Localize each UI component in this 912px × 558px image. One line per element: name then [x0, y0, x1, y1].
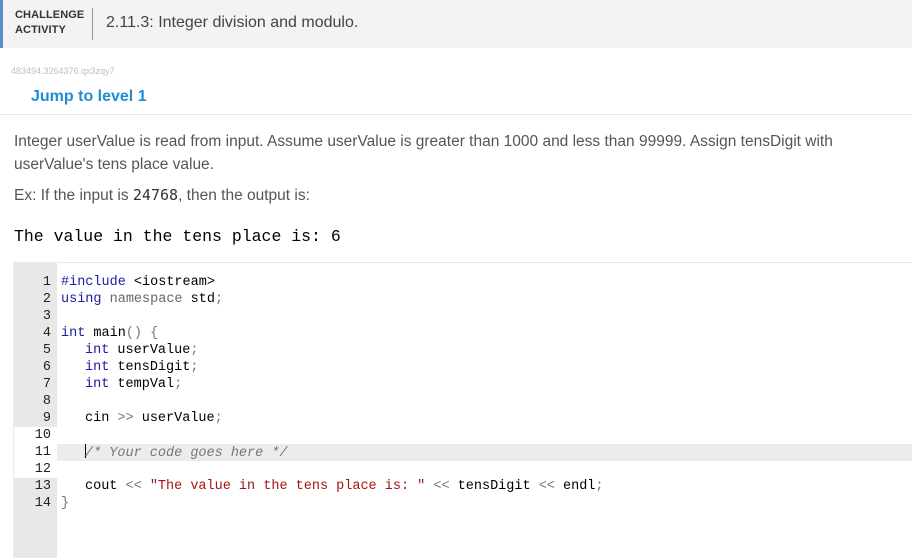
code-token: << — [117, 479, 142, 494]
code-line-2[interactable]: using namespace std; — [61, 291, 223, 308]
code-token: userValue — [109, 343, 191, 358]
code-line-13[interactable]: cout << "The value in the tens place is:… — [85, 478, 604, 495]
activity-title: 2.11.3: Integer division and modulo. — [106, 14, 359, 31]
code-line-4[interactable]: int main() { — [61, 325, 158, 342]
line-number: 8 — [42, 394, 51, 409]
jump-to-level-link[interactable]: Jump to level 1 — [31, 88, 147, 106]
badge-line-1: CHALLENGE — [15, 9, 85, 21]
header-divider — [92, 8, 93, 40]
line-number: 7 — [42, 377, 51, 392]
code-line-1[interactable]: #include <iostream> — [61, 274, 215, 291]
activity-header: CHALLENGE ACTIVITY 2.11.3: Integer divis… — [0, 0, 912, 48]
code-token: << — [425, 479, 450, 494]
code-line-14[interactable]: } — [61, 495, 69, 512]
code-token: ; — [214, 411, 223, 426]
code-token: cout — [85, 479, 118, 494]
challenge-activity-badge: CHALLENGE ACTIVITY — [15, 8, 91, 38]
code-editor[interactable]: 1 2 3 4 5 6 7 8 9 10 11 12 13 14 #includ… — [13, 262, 912, 558]
code-token: ; — [190, 360, 199, 375]
code-token: namespace — [101, 292, 183, 307]
line-number: 12 — [34, 462, 51, 477]
example-prefix: Ex: If the input is — [14, 187, 133, 204]
line-number: 4 — [42, 326, 51, 341]
code-token: ; — [595, 479, 604, 494]
line-number: 10 — [34, 428, 51, 443]
code-comment: /* Your code goes here */ — [85, 446, 288, 461]
example-input: 24768 — [132, 186, 179, 204]
code-token: int — [85, 377, 110, 392]
code-token: tensDigit — [449, 479, 531, 494]
code-token: ; — [190, 343, 199, 358]
line-number: 3 — [42, 309, 51, 324]
code-token: #include — [61, 275, 126, 290]
line-number: 5 — [42, 343, 51, 358]
expected-output: The value in the tens place is: 6 — [14, 227, 341, 246]
code-token: } — [61, 496, 70, 511]
example-suffix: , then the output is: — [178, 187, 310, 204]
code-token: int — [85, 343, 110, 358]
line-number: 1 — [42, 275, 51, 290]
activity-id: 483494.3264376.qx3zqy7 — [11, 66, 115, 76]
code-line-9[interactable]: cin >> userValue; — [85, 410, 223, 427]
code-token: <iostream> — [125, 275, 215, 290]
code-token: tempVal — [109, 377, 175, 392]
code-token: << — [530, 479, 555, 494]
code-line-5[interactable]: int userValue; — [85, 342, 198, 359]
code-token: { — [142, 326, 159, 341]
line-number: 13 — [34, 479, 51, 494]
code-token: endl — [554, 479, 596, 494]
line-number: 9 — [42, 411, 51, 426]
code-line-6[interactable]: int tensDigit; — [85, 359, 198, 376]
code-token: int — [61, 326, 86, 341]
code-token: using — [61, 292, 102, 307]
line-number: 6 — [42, 360, 51, 375]
code-token: "The value in the tens place is: " — [141, 479, 426, 494]
code-token: tensDigit — [109, 360, 191, 375]
code-token: main — [85, 326, 126, 341]
code-token: userValue — [133, 411, 215, 426]
line-number: 11 — [34, 445, 51, 460]
code-token: cin — [85, 411, 110, 426]
code-token: std — [182, 292, 215, 307]
problem-prompt: Integer userValue is read from input. As… — [14, 133, 833, 173]
code-token: >> — [109, 411, 134, 426]
code-line-7[interactable]: int tempVal; — [85, 376, 182, 393]
line-number: 14 — [34, 496, 51, 511]
code-token: () — [125, 326, 143, 341]
example-text: Ex: If the input is 24768, then the outp… — [14, 186, 310, 205]
code-line-11[interactable]: /* Your code goes here */ — [85, 444, 288, 462]
code-token: int — [85, 360, 110, 375]
code-token: ; — [214, 292, 224, 307]
badge-line-2: ACTIVITY — [15, 24, 66, 36]
code-token: ; — [174, 377, 183, 392]
line-number: 2 — [42, 292, 51, 307]
section-divider — [0, 114, 912, 115]
